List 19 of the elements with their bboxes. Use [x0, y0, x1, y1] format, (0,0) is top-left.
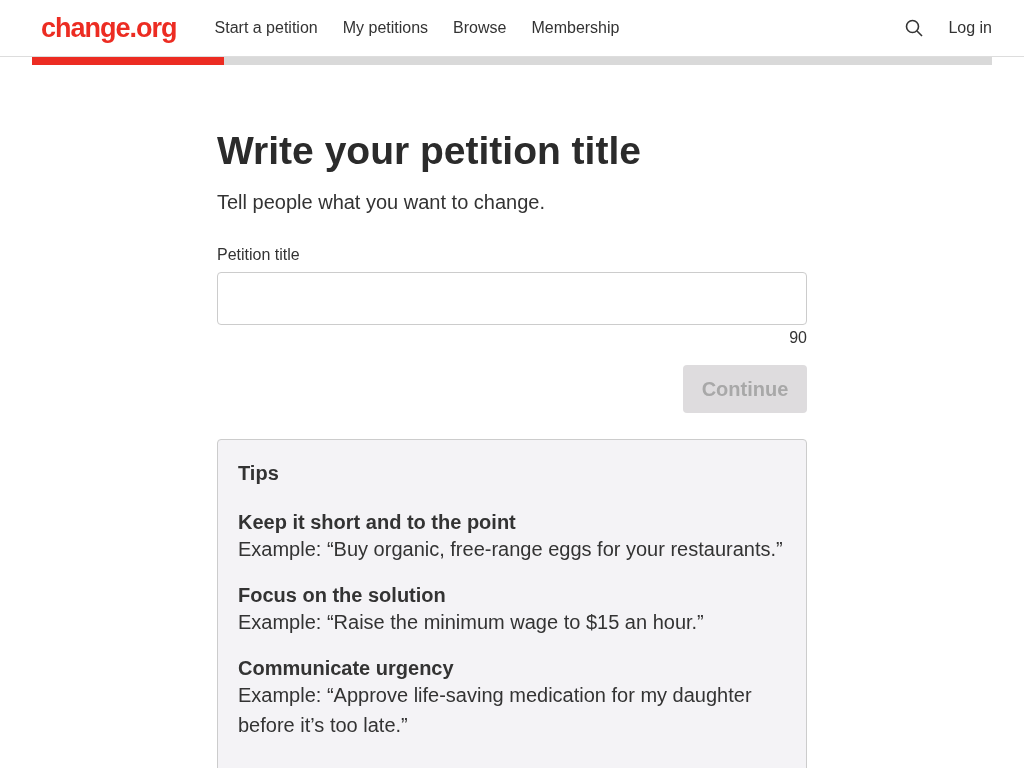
search-icon[interactable]: [905, 19, 924, 37]
tip-text: Example: “Buy organic, free-range eggs for your restaurants.”: [238, 537, 784, 562]
tip-title: Communicate urgency: [238, 657, 455, 680]
nav-link[interactable]: Browse: [453, 19, 507, 37]
tip-text: Example: “Raise the minimum wage to $15 an hour.”: [238, 610, 705, 635]
tip-text: Example: “Approve life-saving medication for my daughter before it’s too late.”: [238, 683, 753, 738]
nav-link[interactable]: Membership: [531, 19, 620, 37]
subtitle: Tell people what you want to change.: [217, 191, 546, 214]
tip-title: Focus on the solution: [238, 584, 447, 607]
tips-title: Tips: [238, 462, 280, 485]
nav-link[interactable]: Start a petition: [214, 19, 318, 37]
character-counter: 90: [789, 329, 807, 347]
field-label: Petition title: [217, 246, 301, 264]
page-heading: Write your petition title: [217, 129, 642, 173]
tip-title: Keep it short and to the point: [238, 511, 517, 534]
logo[interactable]: change.org: [41, 12, 177, 44]
nav-link[interactable]: My petitions: [342, 19, 429, 37]
login-link[interactable]: Log in: [948, 19, 992, 37]
title-input-field[interactable]: [217, 272, 807, 325]
